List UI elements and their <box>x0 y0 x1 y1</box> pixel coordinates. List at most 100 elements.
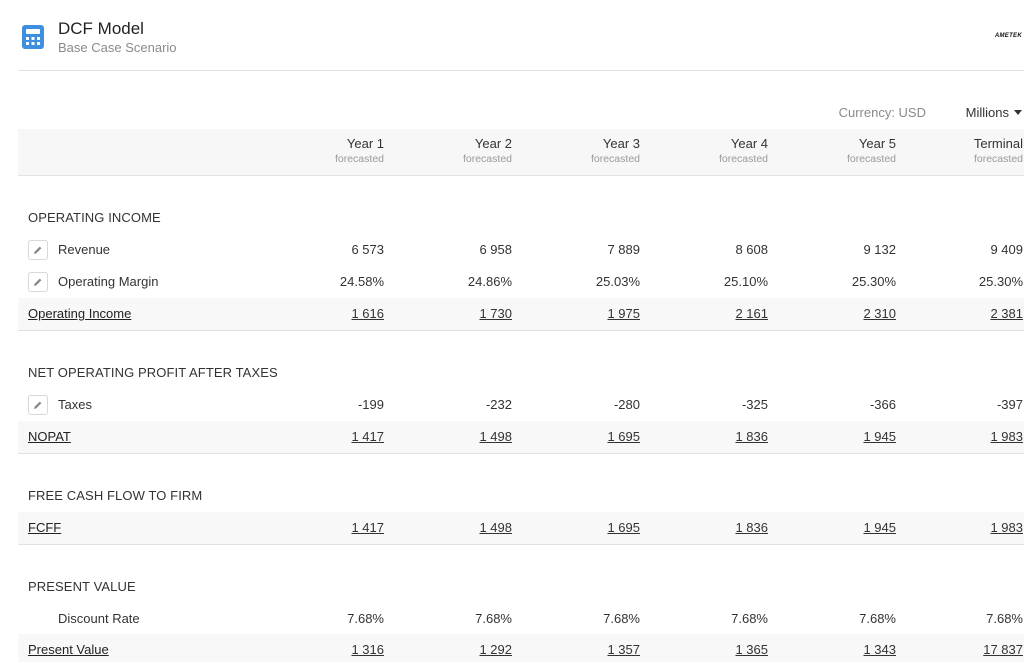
total-row-label[interactable]: Operating Income <box>28 306 131 321</box>
section-title-present-value: PRESENT VALUE <box>28 579 136 594</box>
column-header-year-2: Year 2 forecasted <box>463 136 512 165</box>
cell-value: 1 417 <box>351 429 384 444</box>
table-row-present-value-total: Present Value 1 316 1 292 1 357 1 365 1 … <box>18 634 1024 662</box>
cell-value: 1 695 <box>607 520 640 535</box>
cell-value: -232 <box>485 397 512 412</box>
cell-value: 25.03% <box>595 274 640 289</box>
row-label: Operating Margin <box>58 274 159 289</box>
table-row-operating-margin: Operating Margin 24.58% 24.86% 25.03% 25… <box>18 266 1024 298</box>
column-header-year-5: Year 5 forecasted <box>847 136 896 165</box>
cell-value: 25.10% <box>723 274 768 289</box>
table-row-taxes: Taxes -199 -232 -280 -325 -366 -397 <box>18 389 1024 421</box>
cell-value: 1 498 <box>479 520 512 535</box>
cell-value: 8 608 <box>735 242 768 257</box>
currency-label: Currency: USD <box>838 105 926 120</box>
cell-value: 1 836 <box>735 429 768 444</box>
cell-value: 9 132 <box>863 242 896 257</box>
cell-value: 1 945 <box>863 429 896 444</box>
cell-value: 1 975 <box>607 306 640 321</box>
table-row-fcff-total: FCFF 1 417 1 498 1 695 1 836 1 945 1 983 <box>18 512 1024 545</box>
cell-value: -199 <box>357 397 384 412</box>
cell-value: 2 310 <box>863 306 896 321</box>
row-label: Revenue <box>58 242 111 257</box>
cell-value: 6 573 <box>351 242 384 257</box>
cell-value: 7 889 <box>607 242 640 257</box>
row-label: Discount Rate <box>58 611 140 626</box>
column-header-terminal: Terminal forecasted <box>974 136 1023 165</box>
cell-value: 1 292 <box>479 642 512 657</box>
table-row-discount-rate: Discount Rate 7.68% 7.68% 7.68% 7.68% 7.… <box>18 603 1024 635</box>
dcf-table: Year 1 forecasted Year 2 forecasted Year… <box>18 129 1024 176</box>
column-year-label: Year 2 <box>474 136 512 151</box>
table-row-operating-income-total: Operating Income 1 616 1 730 1 975 2 161… <box>18 298 1024 331</box>
cell-value: 1 498 <box>479 429 512 444</box>
section-title-fcff: FREE CASH FLOW TO FIRM <box>28 488 203 503</box>
table-row-revenue: Revenue 6 573 6 958 7 889 8 608 9 132 9 … <box>18 234 1024 266</box>
cell-value: 1 730 <box>479 306 512 321</box>
section-title-operating-income: OPERATING INCOME <box>28 210 161 225</box>
cell-value: 1 365 <box>735 642 768 657</box>
table-row-nopat-total: NOPAT 1 417 1 498 1 695 1 836 1 945 1 98… <box>18 421 1024 454</box>
cell-value: 24.58% <box>339 274 384 289</box>
company-logo: AMETEK <box>994 33 1022 39</box>
page-subtitle: Base Case Scenario <box>58 40 177 55</box>
cell-value: -397 <box>996 397 1023 412</box>
cell-value: 1 836 <box>735 520 768 535</box>
column-year-label: Year 1 <box>346 136 384 151</box>
column-year-label: Year 4 <box>730 136 768 151</box>
cell-value: 7.68% <box>347 611 384 626</box>
row-label: Taxes <box>58 397 92 412</box>
section-title-nopat: NET OPERATING PROFIT AFTER TAXES <box>28 365 278 380</box>
cell-value: 1 316 <box>351 642 384 657</box>
edit-revenue-button[interactable] <box>28 240 48 260</box>
cell-value: 7.68% <box>859 611 896 626</box>
cell-value: -280 <box>613 397 640 412</box>
cell-value: 7.68% <box>986 611 1023 626</box>
cell-value: 1 343 <box>863 642 896 657</box>
table-column-header: Year 1 forecasted Year 2 forecasted Year… <box>18 129 1024 176</box>
column-header-year-4: Year 4 forecasted <box>719 136 768 165</box>
cell-value: 25.30% <box>851 274 896 289</box>
cell-value: 2 381 <box>990 306 1023 321</box>
cell-value: 1 945 <box>863 520 896 535</box>
cell-value: 1 983 <box>990 520 1023 535</box>
total-row-label[interactable]: NOPAT <box>28 429 71 444</box>
column-note-label: forecasted <box>973 153 1023 165</box>
page-title: DCF Model <box>58 19 144 38</box>
column-note-label: forecasted <box>590 153 640 165</box>
column-note-label: forecasted <box>462 153 512 165</box>
column-note-label: forecasted <box>334 153 384 165</box>
pencil-icon <box>34 401 42 409</box>
cell-value: 1 417 <box>351 520 384 535</box>
page-header: DCF Model Base Case Scenario AMETEK <box>18 0 1024 71</box>
calculator-icon <box>22 25 44 49</box>
cell-value: 17 837 <box>983 642 1023 657</box>
column-year-label: Year 5 <box>858 136 896 151</box>
cell-value: 7.68% <box>731 611 768 626</box>
scale-dropdown[interactable]: Millions <box>966 105 1022 120</box>
edit-operating-margin-button[interactable] <box>28 272 48 292</box>
pencil-icon <box>34 278 42 286</box>
cell-value: 2 161 <box>735 306 768 321</box>
edit-taxes-button[interactable] <box>28 395 48 415</box>
column-header-year-1: Year 1 forecasted <box>335 136 384 165</box>
cell-value: -325 <box>741 397 768 412</box>
total-row-label[interactable]: Present Value <box>28 642 109 657</box>
units-bar: Currency: USD Millions <box>722 104 1022 122</box>
cell-value: -366 <box>869 397 896 412</box>
column-year-label: Terminal <box>973 136 1023 151</box>
cell-value: 1 983 <box>990 429 1023 444</box>
cell-value: 25.30% <box>978 274 1023 289</box>
cell-value: 9 409 <box>990 242 1023 257</box>
cell-value: 1 695 <box>607 429 640 444</box>
total-row-label[interactable]: FCFF <box>28 520 61 535</box>
column-note-label: forecasted <box>718 153 768 165</box>
column-year-label: Year 3 <box>602 136 640 151</box>
cell-value: 1 357 <box>607 642 640 657</box>
pencil-icon <box>34 246 42 254</box>
cell-value: 1 616 <box>351 306 384 321</box>
scale-dropdown-label: Millions <box>965 105 1009 120</box>
caret-down-icon <box>1014 110 1022 115</box>
cell-value: 6 958 <box>479 242 512 257</box>
cell-value: 7.68% <box>603 611 640 626</box>
